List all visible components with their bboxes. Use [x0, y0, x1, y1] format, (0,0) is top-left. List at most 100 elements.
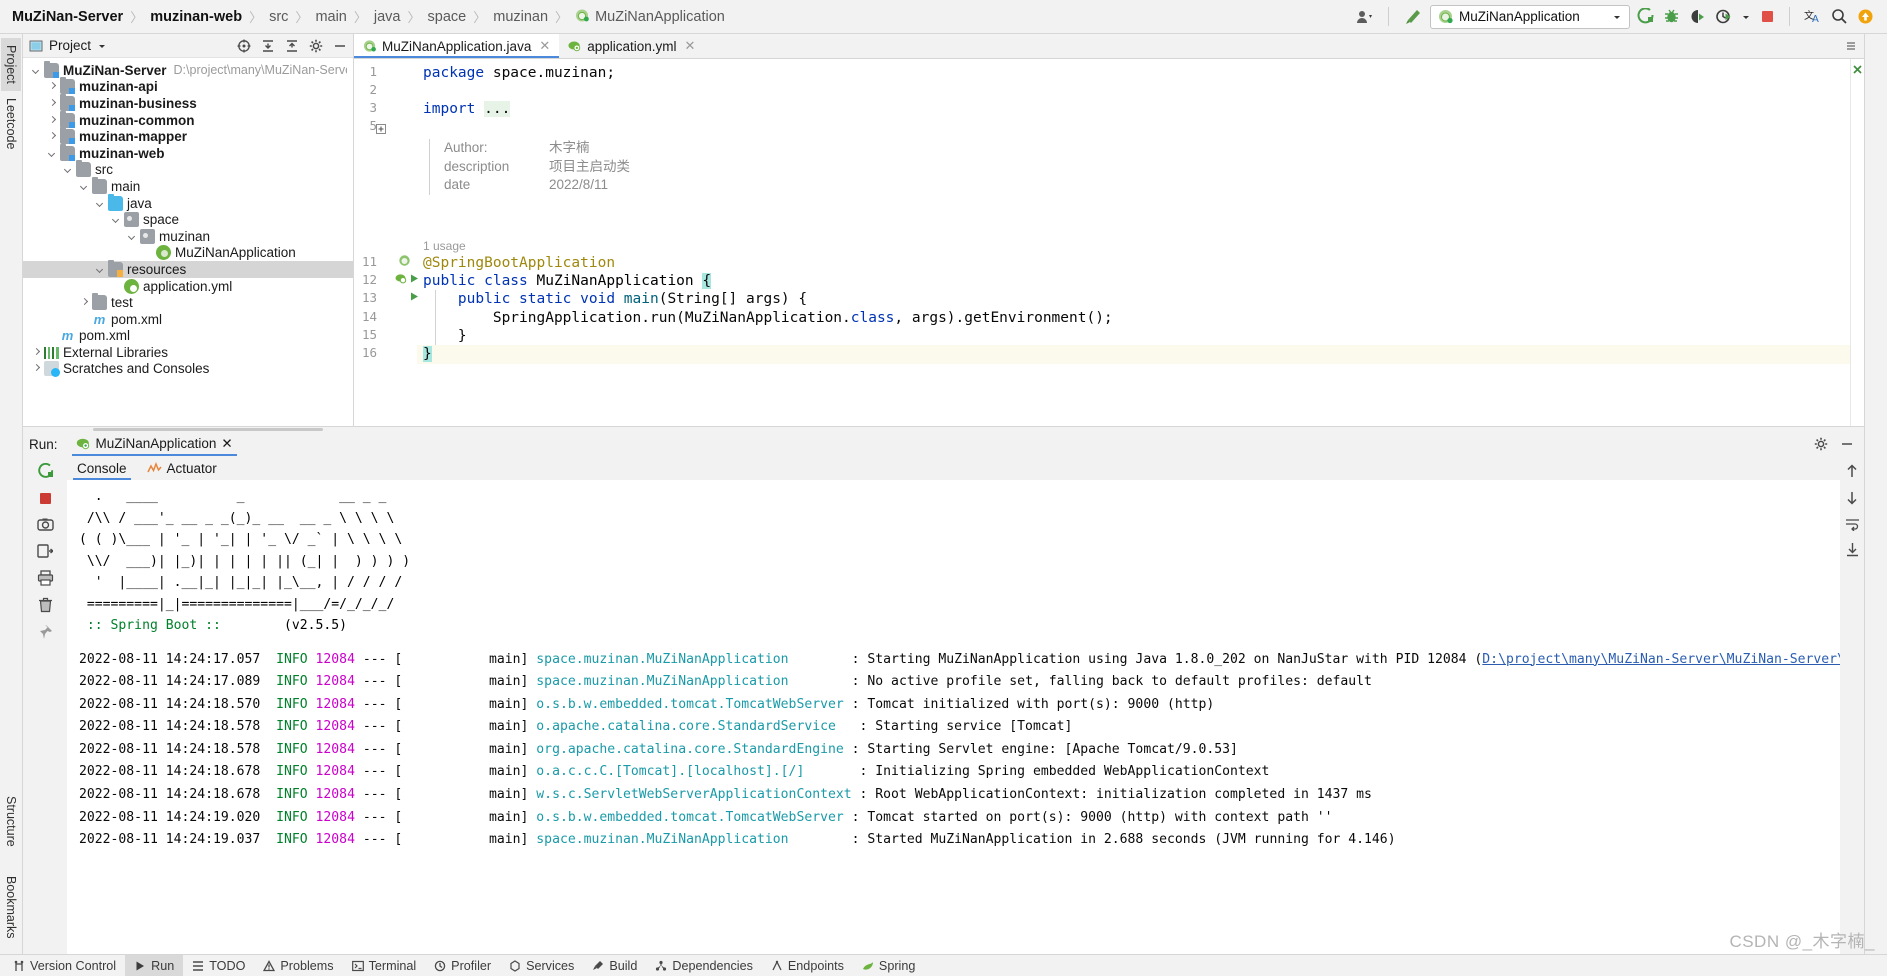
tree-node-muzinan-mapper[interactable]: muzinan-mapper [23, 127, 353, 145]
sidebar-item-project[interactable]: Project [1, 38, 21, 91]
status-bar-item-profiler[interactable]: Profiler [425, 955, 500, 976]
run-configuration-selector[interactable]: MuZiNanApplication [1430, 4, 1630, 29]
console-output[interactable]: . ____ _ __ _ _ /\\ / ___'_ __ _ _(_)_ _… [67, 480, 1840, 954]
hide-panel-icon[interactable] [333, 39, 347, 53]
run-arrow-icon[interactable] [1637, 8, 1654, 25]
chevron-down-icon[interactable] [95, 264, 106, 275]
expand-all-icon[interactable] [261, 39, 275, 53]
fold-expand-icon[interactable] [376, 124, 386, 134]
coverage-icon[interactable] [1689, 8, 1706, 25]
status-bar-item-endpoints[interactable]: Endpoints [762, 955, 853, 976]
trash-icon[interactable] [38, 597, 53, 613]
horizontal-splitter[interactable] [23, 426, 1864, 431]
settings-gear-icon[interactable] [309, 39, 323, 53]
editor-error-stripe[interactable] [1850, 59, 1864, 426]
select-opened-file-icon[interactable] [237, 39, 251, 53]
tree-node-muzinan-common[interactable]: muzinan-common [23, 110, 353, 129]
breadcrumb-item-main[interactable]: main [309, 9, 352, 25]
chevron-down-icon[interactable] [47, 148, 58, 159]
debug-bug-icon[interactable] [1663, 8, 1680, 25]
console-file-link[interactable]: D:\project\many\MuZiNan-Server\MuZiNan-S… [1482, 652, 1840, 667]
status-bar-item-version-control[interactable]: Version Control [4, 955, 125, 976]
tree-node-muzinanapplication[interactable]: MuZiNanApplication [23, 245, 353, 262]
editor-gutter[interactable]: 1 2 3 5 11 12 13 14 15 16 [354, 59, 418, 426]
search-icon[interactable] [1831, 8, 1848, 25]
export-icon[interactable] [37, 543, 53, 559]
sidebar-item-bookmarks[interactable]: Bookmarks [1, 869, 21, 946]
sidebar-item-leetcode[interactable]: Leetcode [1, 91, 21, 156]
status-bar-item-spring[interactable]: Spring [853, 955, 924, 976]
status-bar-item-todo[interactable]: TODO [183, 955, 254, 976]
tree-node-pom-xml[interactable]: m pom.xml [23, 311, 353, 328]
chevron-right-icon[interactable] [47, 98, 58, 109]
editor-tab-actions-icon[interactable] [1838, 34, 1864, 58]
chevron-down-icon[interactable] [1741, 12, 1751, 22]
chevron-right-icon[interactable] [31, 347, 42, 358]
tree-node-external-libraries[interactable]: External Libraries [23, 344, 353, 361]
close-icon[interactable]: ✕ [685, 38, 696, 54]
chevron-right-icon[interactable] [47, 115, 58, 126]
code-text[interactable]: package space.muzinan; import ... Author: 木… [417, 59, 1850, 426]
tree-node-application-yml[interactable]: application.yml [23, 278, 353, 295]
chevron-down-icon[interactable] [97, 41, 107, 51]
chevron-right-icon[interactable] [31, 363, 42, 374]
tree-node-pom-xml[interactable]: m pom.xml [23, 328, 353, 345]
chevron-down-icon[interactable] [63, 164, 74, 175]
sidebar-item-structure[interactable]: Structure [1, 789, 21, 854]
build-hammer-icon[interactable] [1403, 8, 1423, 26]
chevron-right-icon[interactable] [47, 131, 58, 142]
wrap-icon[interactable] [1845, 517, 1860, 531]
breadcrumb-item-muzinanapplication[interactable]: MuZiNanApplication [569, 8, 731, 25]
breadcrumb-item-java[interactable]: java [368, 9, 407, 25]
tree-node-muzinan-server[interactable]: MuZiNan-Server D:\project\many\MuZiNan-Se… [23, 60, 353, 79]
collapse-all-icon[interactable] [285, 39, 299, 53]
pin-icon[interactable] [37, 624, 53, 640]
tree-node-main[interactable]: main [23, 176, 353, 195]
breadcrumb-item-muzinan-web[interactable]: muzinan-web [144, 9, 248, 25]
arrow-up-icon[interactable] [1845, 463, 1859, 479]
tree-node-muzinan-business[interactable]: muzinan-business [23, 93, 353, 112]
breadcrumb-item-src[interactable]: src [263, 9, 294, 25]
chevron-down-icon[interactable] [31, 65, 42, 76]
chevron-down-icon[interactable] [111, 214, 122, 225]
tree-node-muzinan-api[interactable]: muzinan-api [23, 77, 353, 96]
tree-node-resources[interactable]: resources [23, 259, 353, 278]
scroll-end-icon[interactable] [1845, 542, 1860, 557]
stop-square-icon[interactable] [38, 491, 53, 506]
breadcrumb-item-space[interactable]: space [422, 9, 473, 25]
chevron-down-icon[interactable] [1612, 12, 1622, 22]
spring-boot-gutter-icon[interactable] [395, 272, 408, 285]
camera-icon[interactable] [36, 517, 54, 532]
print-icon[interactable] [37, 570, 54, 586]
rerun-icon[interactable] [37, 463, 54, 480]
minimize-icon[interactable] [1840, 437, 1854, 451]
tab-console[interactable]: Console [67, 457, 137, 480]
tab-application-yml[interactable]: application.yml ✕ [559, 34, 704, 58]
run-tab-muzinanapplication[interactable]: MuZiNanApplication ✕ [68, 433, 241, 456]
status-bar-item-problems[interactable]: Problems [254, 955, 342, 976]
status-bar-item-run[interactable]: Run [125, 954, 184, 976]
error-stripe-mark[interactable] [1853, 65, 1862, 74]
tree-node-muzinan-web[interactable]: muzinan-web [23, 143, 353, 162]
update-arrow-icon[interactable] [1857, 8, 1874, 25]
arrow-down-icon[interactable] [1845, 490, 1859, 506]
status-bar-item-services[interactable]: Services [500, 955, 583, 976]
spring-bean-gutter-icon[interactable] [398, 254, 411, 267]
stop-square-icon[interactable] [1760, 9, 1775, 24]
chevron-down-icon[interactable] [79, 181, 90, 192]
tree-node-space[interactable]: space [23, 211, 353, 228]
close-icon[interactable]: ✕ [221, 436, 232, 452]
tab-muzinanapplication-java[interactable]: MuZiNanApplication.java ✕ [354, 34, 560, 58]
status-bar-item-dependencies[interactable]: Dependencies [646, 955, 762, 976]
chevron-right-icon[interactable] [47, 81, 58, 92]
status-bar-item-terminal[interactable]: Terminal [343, 955, 426, 976]
tab-actuator[interactable]: Actuator [137, 457, 227, 480]
tree-node-test[interactable]: test [23, 293, 353, 311]
project-tree[interactable]: MuZiNan-Server D:\project\many\MuZiNan-Se… [23, 58, 353, 426]
status-bar-item-build[interactable]: Build [583, 955, 646, 976]
tree-node-src[interactable]: src [23, 160, 353, 179]
breadcrumb-item-muzinan[interactable]: muzinan [487, 9, 554, 25]
code-editor[interactable]: 1 2 3 5 11 12 13 14 15 16 package space.muzinan; i… [354, 59, 1864, 426]
chevron-down-icon[interactable] [95, 198, 106, 209]
close-icon[interactable]: ✕ [539, 38, 550, 54]
